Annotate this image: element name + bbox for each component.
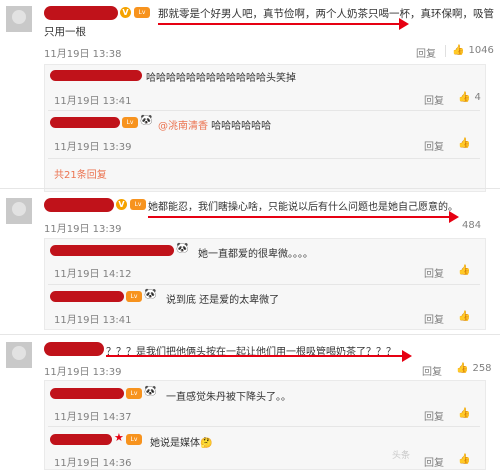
divider xyxy=(48,284,480,285)
reply-button[interactable]: 回复 xyxy=(424,92,444,107)
verified-v-icon: V xyxy=(116,199,127,210)
like-button[interactable]: 👍 4 xyxy=(458,92,481,103)
reply-text: @洮南清香 哈哈哈哈哈哈 xyxy=(158,117,271,132)
divider xyxy=(48,426,480,427)
reply-button[interactable]: 回复 xyxy=(422,363,442,378)
reply-time: 11月19日 13:41 xyxy=(54,96,132,107)
reply-text: 说到底 还是爱的太卑微了 xyxy=(166,295,280,306)
redacted-username[interactable] xyxy=(50,434,112,445)
comment-text: 那就零是个好男人吧，真节俭啊，两个人奶茶只喝一杯，真环保啊，吸管 xyxy=(158,8,494,20)
divider xyxy=(0,334,500,335)
redacted-username[interactable] xyxy=(44,198,114,212)
reply-body: 她说是媒体 xyxy=(150,438,200,449)
avatar[interactable] xyxy=(6,198,32,224)
redacted-username[interactable] xyxy=(50,117,120,128)
reply-text: 她说是媒体🤔 xyxy=(150,434,212,449)
annotation-arrow xyxy=(106,350,412,362)
thumbs-up-icon: 👍 xyxy=(452,45,465,56)
reply-text: 她一直都爱的很卑微。。。。 xyxy=(198,249,313,260)
like-button[interactable]: 484 xyxy=(462,220,481,231)
comment-time: 11月19日 13:39 xyxy=(44,224,122,235)
avatar[interactable] xyxy=(6,342,32,368)
thumbs-up-icon: 👍 xyxy=(458,454,471,465)
reply-time: 11月19日 14:37 xyxy=(54,412,132,423)
divider xyxy=(445,45,446,57)
thumbs-up-icon: 👍 xyxy=(458,138,471,149)
like-count: 1046 xyxy=(468,45,494,56)
reply-button[interactable]: 回复 xyxy=(424,454,444,469)
like-button[interactable]: 👍 xyxy=(458,265,474,276)
panda-emoji-icon: 🐼 xyxy=(140,115,153,126)
panda-emoji-icon: 🐼 xyxy=(176,243,189,254)
level-badge-icon: Lv xyxy=(122,117,138,128)
mention-link[interactable]: @洮南清香 xyxy=(158,121,208,132)
like-button[interactable]: 👍 1046 xyxy=(452,45,494,56)
thumbs-up-icon: 👍 xyxy=(458,92,471,103)
comment-time: 11月19日 13:38 xyxy=(44,49,122,60)
like-button[interactable]: 👍 xyxy=(458,138,474,149)
like-button[interactable]: 👍 xyxy=(458,454,474,465)
verified-v-icon: V xyxy=(120,7,131,18)
reply-button[interactable]: 回复 xyxy=(424,311,444,326)
star-icon: ★ xyxy=(114,431,124,444)
avatar[interactable] xyxy=(6,6,32,32)
level-badge-icon: Lv xyxy=(130,199,146,210)
reply-body: 哈哈哈哈哈哈 xyxy=(208,121,272,132)
redacted-username[interactable] xyxy=(50,70,142,81)
annotation-arrow xyxy=(158,18,409,30)
like-button[interactable]: 👍 xyxy=(458,311,474,322)
divider xyxy=(48,158,480,159)
thinking-emoji-icon: 🤔 xyxy=(200,438,213,449)
panda-emoji-icon: 🐼 xyxy=(144,289,157,300)
level-badge-icon: Lv xyxy=(126,434,142,445)
divider xyxy=(0,188,500,189)
watermark: 头条 xyxy=(392,451,411,461)
reply-time: 11月19日 13:41 xyxy=(54,315,132,326)
redacted-username[interactable] xyxy=(44,342,104,356)
reply-button[interactable]: 回复 xyxy=(424,265,444,280)
redacted-username[interactable] xyxy=(50,388,124,399)
like-count: 4 xyxy=(474,92,481,103)
more-replies-link[interactable]: 共21条回复 xyxy=(54,166,107,181)
reply-text: 哈哈哈哈哈哈哈哈哈哈哈哈头笑掉 xyxy=(146,73,296,84)
level-badge-icon: Lv xyxy=(126,388,142,399)
redacted-username[interactable] xyxy=(44,6,118,20)
level-badge-icon: Lv xyxy=(134,7,150,18)
redacted-username[interactable] xyxy=(50,291,124,302)
reply-text: 一直感觉朱丹被下降头了。。 xyxy=(166,392,291,403)
comment-text: 她都能忍，我们瞎操心啥，只能说以后有什么问题也是她自己愿意的。 xyxy=(148,202,458,213)
reply-button[interactable]: 回复 xyxy=(424,138,444,153)
comment-text-continued: 只用一根 xyxy=(44,26,86,38)
divider xyxy=(48,110,480,111)
thumbs-up-icon: 👍 xyxy=(458,408,471,419)
like-button[interactable]: 👍 xyxy=(458,408,474,419)
reply-button[interactable]: 回复 xyxy=(424,408,444,423)
reply-time: 11月19日 14:12 xyxy=(54,269,132,280)
panda-emoji-icon: 🐼 xyxy=(144,386,157,397)
thumbs-up-icon: 👍 xyxy=(456,363,469,374)
annotation-arrow xyxy=(148,211,459,223)
like-count: 258 xyxy=(472,363,492,374)
reply-button[interactable]: 回复 xyxy=(416,45,436,60)
level-badge-icon: Lv xyxy=(126,291,142,302)
thumbs-up-icon: 👍 xyxy=(458,311,471,322)
comment-time: 11月19日 13:39 xyxy=(44,367,122,378)
redacted-username[interactable] xyxy=(50,245,174,256)
reply-time: 11月19日 14:36 xyxy=(54,458,132,469)
thumbs-up-icon: 👍 xyxy=(458,265,471,276)
like-button[interactable]: 👍 258 xyxy=(456,363,492,374)
like-count: 484 xyxy=(462,220,482,231)
reply-time: 11月19日 13:39 xyxy=(54,142,132,153)
